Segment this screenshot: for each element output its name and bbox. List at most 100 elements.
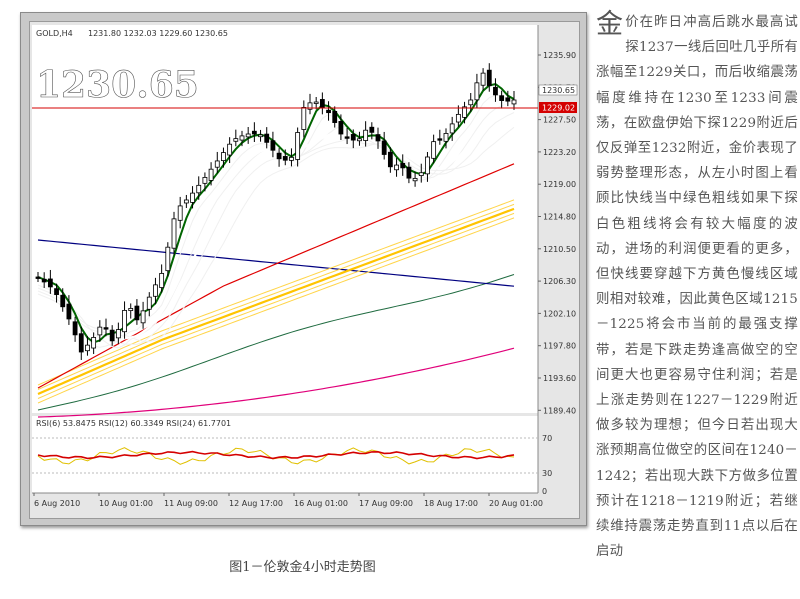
- candle-body: [245, 133, 251, 138]
- time-tick-label: 16 Aug 01:00: [294, 499, 348, 508]
- price-tick-label: 1206.30: [543, 277, 576, 286]
- candle-body: [449, 123, 455, 134]
- candle-body: [387, 151, 393, 168]
- time-tick-label: 10 Aug 01:00: [99, 499, 153, 508]
- candle-body: [35, 276, 41, 279]
- candle-body: [153, 284, 158, 297]
- candle-body: [54, 288, 59, 295]
- candle-body: [295, 132, 301, 160]
- candle-body: [326, 109, 331, 114]
- candle-body: [505, 97, 511, 102]
- chart-frame: GOLD,H4 1231.80 1232.03 1229.60 1230.65 …: [20, 12, 587, 526]
- candle-body: [344, 136, 350, 139]
- hline-price-tag: 1229.02: [542, 104, 575, 113]
- price-chart: GOLD,H4 1231.80 1232.03 1229.60 1230.65 …: [32, 25, 578, 508]
- figure-caption: 图1－伦敦金4小时走势图: [229, 560, 376, 575]
- time-tick-label: 20 Aug 01:00: [489, 499, 543, 508]
- candle-body: [41, 278, 47, 283]
- candle-body: [511, 99, 517, 105]
- candle-body: [233, 138, 239, 142]
- candle-body: [202, 177, 208, 184]
- symbol-label: GOLD,H4: [36, 29, 73, 38]
- candle-body: [208, 168, 214, 181]
- candle-body: [437, 138, 443, 141]
- ohlc-label: 1231.80 1232.03 1229.60 1230.65: [88, 29, 228, 38]
- rsi-label: RSI(6) 53.8475 RSI(12) 60.3349 RSI(24) 6…: [36, 419, 231, 428]
- candle-body: [258, 134, 263, 138]
- rsi-level-0-label: 0: [542, 487, 547, 496]
- candle-body: [357, 138, 362, 142]
- candle-body: [443, 133, 449, 142]
- candle-body: [85, 344, 90, 352]
- article-dropcap: 金: [596, 9, 624, 40]
- candle-body: [134, 305, 140, 321]
- candle-body: [313, 101, 319, 104]
- price-tick-label: 1210.50: [543, 245, 576, 254]
- candle-body: [177, 205, 183, 221]
- candle-body: [350, 134, 356, 141]
- candle-body: [165, 246, 171, 272]
- candle-body: [486, 69, 492, 87]
- candle-body: [251, 130, 257, 135]
- candle-body: [60, 294, 66, 308]
- candle-body: [474, 82, 480, 101]
- rsi-level-30-label: 30: [542, 469, 552, 478]
- candle-body: [97, 326, 103, 336]
- candle-body: [128, 308, 134, 311]
- price-tick-label: 1197.80: [543, 342, 576, 351]
- candle-body: [103, 327, 109, 330]
- big-price-watermark: 1230.65: [36, 64, 199, 106]
- candle-body: [227, 143, 233, 156]
- chart-window: GOLD,H4 1231.80 1232.03 1229.60 1230.65 …: [29, 21, 580, 519]
- time-tick-label: 6 Aug 2010: [34, 499, 80, 508]
- candle-body: [369, 126, 375, 133]
- candle-body: [381, 140, 387, 155]
- price-tick-label: 1227.50: [543, 116, 576, 125]
- candle-body: [431, 141, 437, 159]
- candle-body: [412, 178, 418, 182]
- candle-body: [159, 273, 165, 288]
- candle-body: [301, 107, 307, 130]
- time-axis-ticks: 6 Aug 2010 10 Aug 01:00 11 Aug 09:00 12 Aug…: [33, 493, 543, 508]
- candle-body: [109, 329, 115, 342]
- candle-body: [78, 333, 84, 353]
- candle-body: [47, 278, 53, 288]
- article-body: 价在昨日冲高后跳水最高试探1237一线后回吐几乎所有涨幅至1229关口，而后收缩…: [596, 15, 798, 560]
- candle-body: [171, 218, 177, 249]
- candle-body: [319, 99, 325, 108]
- price-tick-label: 1193.60: [543, 374, 576, 383]
- candle-body: [338, 121, 344, 135]
- candle-body: [276, 152, 282, 160]
- candle-body: [66, 303, 72, 320]
- candle-body: [214, 160, 220, 168]
- price-tick-label: 1223.20: [543, 148, 576, 157]
- candle-body: [264, 133, 270, 143]
- candle-body: [468, 99, 474, 106]
- candle-body: [406, 166, 412, 179]
- article-text-block: 金价在昨日冲高后跳水最高试探1237一线后回吐几乎所有涨幅至1229关口，而后收…: [596, 10, 798, 564]
- time-tick-label: 18 Aug 17:00: [424, 499, 478, 508]
- candle-body: [190, 192, 195, 203]
- candle-body: [332, 110, 338, 123]
- candle-body: [196, 184, 202, 194]
- price-tick-label: 1235.90: [543, 51, 576, 60]
- price-tick-label: 1189.40: [543, 406, 576, 415]
- candle-body: [221, 152, 226, 162]
- candle-body: [394, 164, 399, 171]
- candle-body: [282, 156, 288, 161]
- time-tick-label: 12 Aug 17:00: [229, 499, 283, 508]
- price-tick-label: 1214.80: [543, 213, 576, 222]
- time-tick-label: 17 Aug 09:00: [359, 499, 413, 508]
- candle-body: [122, 309, 127, 333]
- candle-body: [375, 134, 381, 142]
- rsi-level-70-label: 70: [542, 434, 552, 443]
- current-price-tag: 1230.65: [542, 86, 575, 95]
- candle-body: [183, 199, 189, 204]
- candle-body: [146, 296, 152, 310]
- candle-body: [140, 310, 146, 324]
- candle-body: [418, 172, 424, 177]
- price-tick-label: 1202.10: [543, 309, 576, 318]
- candle-body: [91, 337, 97, 349]
- candle-body: [499, 95, 505, 101]
- price-tick-label: 1219.00: [543, 180, 576, 189]
